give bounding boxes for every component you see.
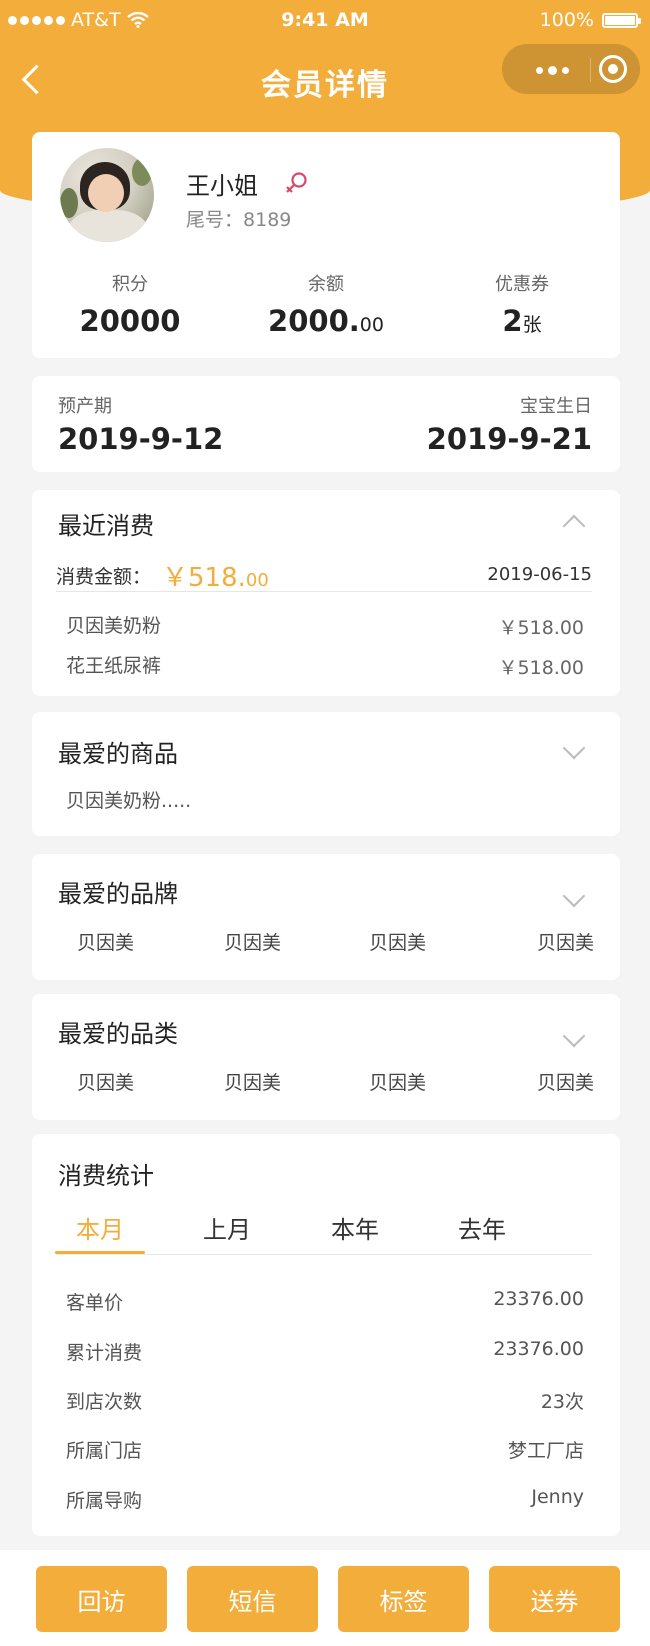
battery-group: 100% bbox=[539, 9, 641, 31]
category-item: 贝因美 bbox=[77, 1072, 135, 1094]
sms-button[interactable]: 短信 bbox=[187, 1566, 318, 1632]
purchase-date: 2019-06-15 bbox=[487, 564, 592, 585]
purchase-item-price: ￥518.00 bbox=[498, 617, 584, 639]
baby-birthday-value: 2019-9-21 bbox=[426, 422, 592, 456]
favorite-products-text: 贝因美奶粉..... bbox=[66, 790, 192, 812]
due-date-label: 预产期 bbox=[58, 396, 112, 417]
expand-chevron-icon[interactable] bbox=[562, 736, 586, 760]
total-spend-value: 23376.00 bbox=[493, 1338, 584, 1360]
more-icon[interactable] bbox=[522, 59, 582, 81]
follow-up-button[interactable]: 回访 bbox=[36, 1566, 167, 1632]
category-item: 贝因美 bbox=[369, 1072, 427, 1094]
close-circle-icon[interactable] bbox=[599, 55, 627, 83]
battery-percent: 100% bbox=[539, 9, 594, 31]
balance-value: 2000.00 bbox=[268, 304, 384, 338]
purchase-amount-label: 消费金额： bbox=[56, 566, 152, 588]
send-coupon-button[interactable]: 送券 bbox=[489, 1566, 620, 1632]
shopping-guide-label: 所属导购 bbox=[66, 1490, 143, 1512]
mini-program-capsule bbox=[502, 44, 640, 94]
tail-number-label: 尾号： bbox=[186, 209, 244, 231]
due-date-value: 2019-9-12 bbox=[58, 422, 224, 456]
brand-item: 贝因美 bbox=[224, 932, 282, 954]
avg-order-label: 客单价 bbox=[66, 1292, 124, 1314]
coupon-value: 2张 bbox=[502, 304, 542, 338]
tail-number: 尾号：8189 bbox=[186, 205, 291, 232]
expand-chevron-icon[interactable] bbox=[562, 1024, 586, 1048]
purchase-item-price: ￥518.00 bbox=[498, 657, 584, 679]
bottom-action-bar: 回访 短信 标签 送券 bbox=[0, 1550, 650, 1646]
coupon-label: 优惠券 bbox=[495, 274, 549, 295]
visit-count-value: 23次 bbox=[540, 1391, 584, 1413]
tag-button[interactable]: 标签 bbox=[338, 1566, 469, 1632]
dates-card: 预产期 2019-9-12 宝宝生日 2019-9-21 bbox=[32, 376, 620, 472]
tab-divider bbox=[56, 1254, 592, 1255]
avg-order-value: 23376.00 bbox=[493, 1288, 584, 1310]
favorite-brands-card: 最爱的品牌 贝因美 贝因美 贝因美 贝因美 bbox=[32, 854, 620, 980]
status-bar: AT&T 9:41 AM 100% bbox=[0, 0, 650, 40]
category-item: 贝因美 bbox=[224, 1072, 282, 1094]
tab-last-month[interactable]: 上月 bbox=[182, 1210, 272, 1245]
purchase-item-name: 贝因美奶粉 bbox=[66, 615, 162, 637]
recent-purchase-title: 最近消费 bbox=[58, 512, 154, 540]
points-value: 20000 bbox=[79, 304, 181, 338]
baby-birthday-label: 宝宝生日 bbox=[520, 396, 592, 417]
tab-this-month[interactable]: 本月 bbox=[55, 1210, 145, 1245]
visit-count-label: 到店次数 bbox=[66, 1391, 143, 1413]
member-name: 王小姐 bbox=[186, 172, 258, 200]
nav-bar: 会员详情 bbox=[0, 40, 650, 120]
favorite-products-title: 最爱的商品 bbox=[58, 740, 178, 768]
consumption-stats-title: 消费统计 bbox=[58, 1162, 154, 1190]
divider bbox=[56, 591, 592, 592]
store-label: 所属门店 bbox=[66, 1440, 143, 1462]
balance-label: 余额 bbox=[308, 274, 344, 295]
points-label: 积分 bbox=[112, 274, 148, 295]
capsule-divider bbox=[590, 58, 591, 82]
brand-item: 贝因美 bbox=[536, 932, 594, 954]
female-icon bbox=[286, 172, 307, 193]
avatar bbox=[60, 148, 154, 242]
total-spend-label: 累计消费 bbox=[66, 1342, 143, 1364]
balance-stat[interactable]: 余额 2000.00 bbox=[228, 270, 424, 338]
expand-chevron-icon[interactable] bbox=[562, 884, 586, 908]
tail-number-value: 8189 bbox=[243, 209, 292, 231]
consumption-stats-card: 消费统计 本月 上月 本年 去年 客单价 23376.00 累计消费 23376… bbox=[32, 1134, 620, 1536]
purchase-item-name: 花王纸尿裤 bbox=[66, 655, 162, 677]
purchase-amount-value: ￥518.00 bbox=[162, 563, 269, 593]
favorite-categories-card: 最爱的品类 贝因美 贝因美 贝因美 贝因美 bbox=[32, 994, 620, 1120]
brand-item: 贝因美 bbox=[77, 932, 135, 954]
tab-this-year[interactable]: 本年 bbox=[310, 1210, 400, 1245]
tab-last-year[interactable]: 去年 bbox=[437, 1210, 527, 1245]
recent-purchase-card: 最近消费 消费金额： ￥518.00 2019-06-15 贝因美奶粉 ￥518… bbox=[32, 490, 620, 696]
favorite-categories-title: 最爱的品类 bbox=[58, 1020, 178, 1048]
favorite-products-card: 最爱的商品 贝因美奶粉..... bbox=[32, 712, 620, 836]
store-value: 梦工厂店 bbox=[507, 1440, 584, 1462]
member-card: 王小姐 尾号：8189 积分 20000 余额 2000.00 优惠券 2张 bbox=[32, 132, 620, 358]
battery-icon bbox=[602, 12, 641, 28]
coupon-stat[interactable]: 优惠券 2张 bbox=[424, 270, 620, 338]
brand-item: 贝因美 bbox=[369, 932, 427, 954]
favorite-brands-title: 最爱的品牌 bbox=[58, 880, 178, 908]
points-stat[interactable]: 积分 20000 bbox=[32, 270, 228, 338]
collapse-chevron-icon[interactable] bbox=[562, 514, 586, 538]
active-tab-indicator bbox=[55, 1251, 145, 1254]
shopping-guide-value: Jenny bbox=[531, 1486, 584, 1508]
category-item: 贝因美 bbox=[536, 1072, 594, 1094]
